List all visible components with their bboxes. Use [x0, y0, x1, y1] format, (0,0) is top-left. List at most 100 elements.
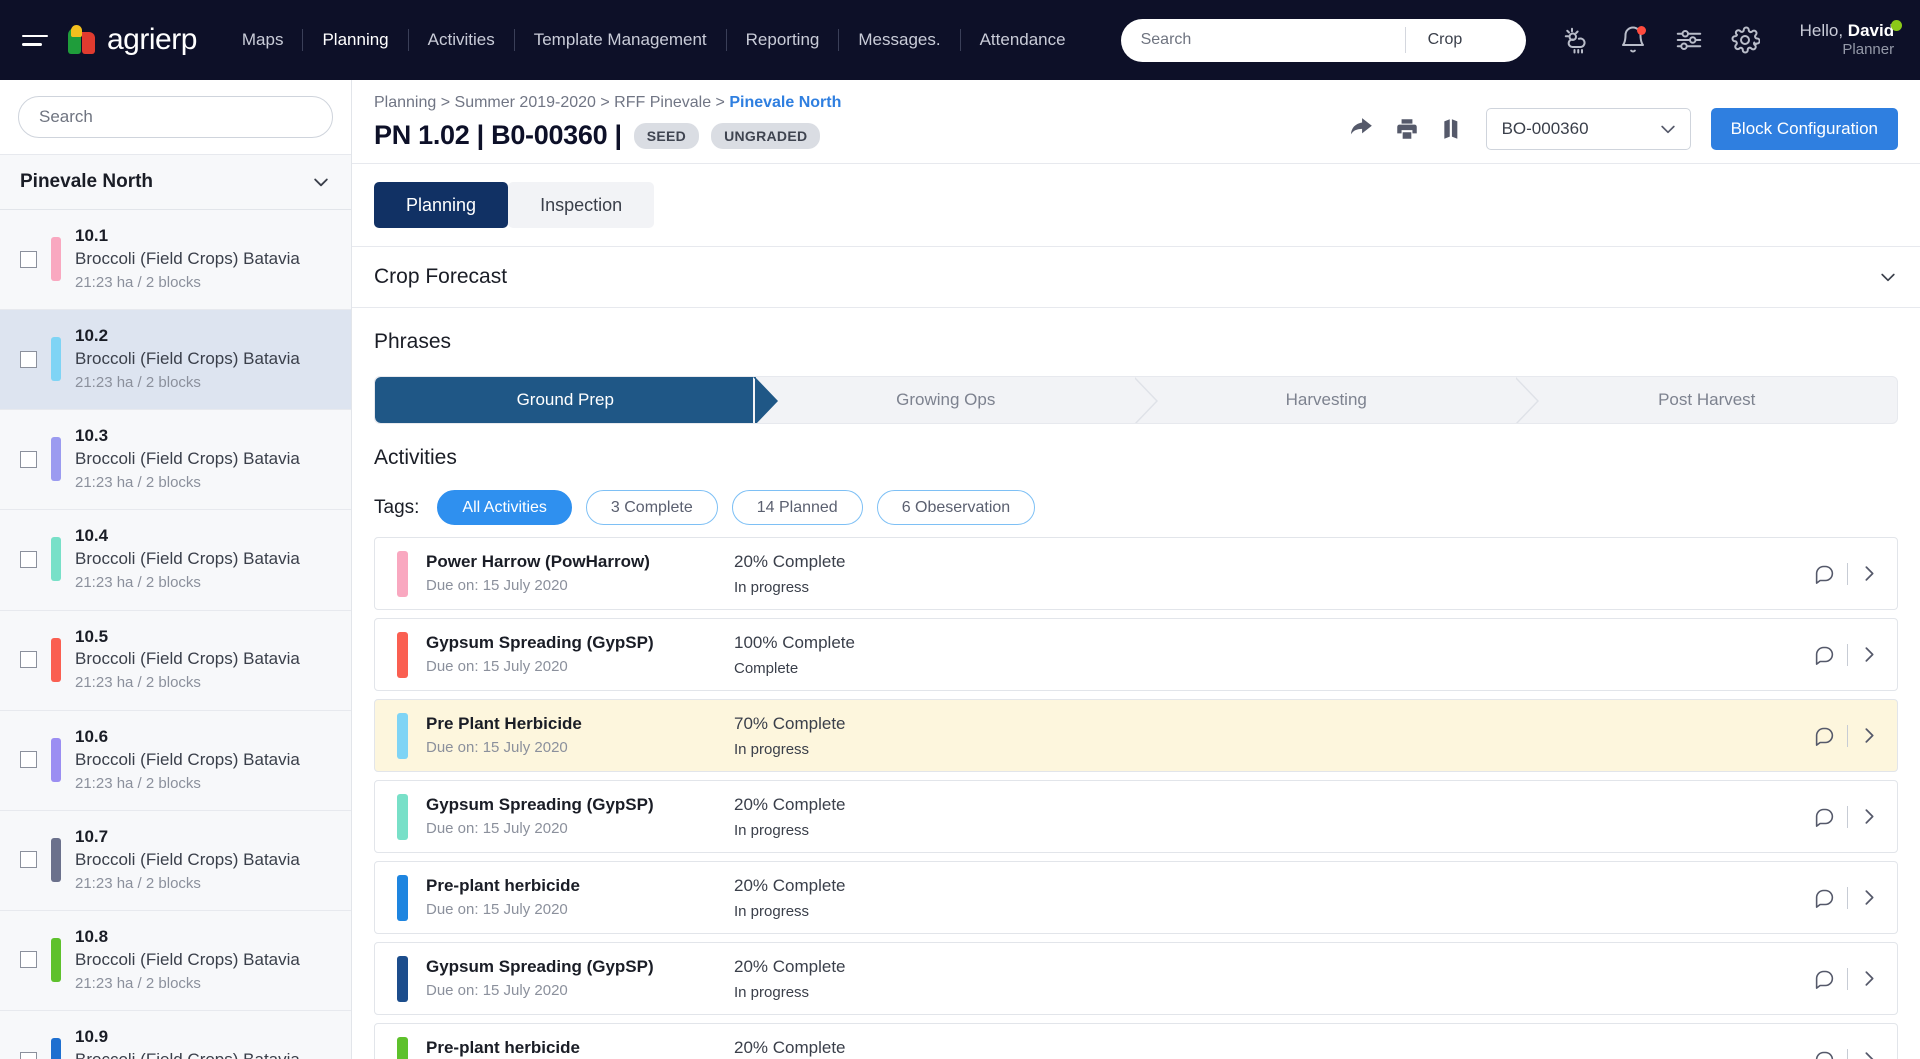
block-color-swatch: [51, 738, 61, 782]
breadcrumb-item-1[interactable]: Summer 2019-2020: [455, 94, 596, 111]
hamburger-icon[interactable]: [22, 27, 52, 53]
block-checkbox[interactable]: [20, 651, 37, 668]
phase-stepper[interactable]: Ground PrepGrowing OpsHarvestingPost Har…: [374, 376, 1898, 424]
map-icon[interactable]: [1440, 116, 1466, 142]
sidebar-block-item[interactable]: 10.8Broccoli (Field Crops) Batavia21:23 …: [0, 911, 351, 1011]
activity-row[interactable]: Power Harrow (PowHarrow)Due on: 15 July …: [374, 537, 1898, 610]
weather-icon[interactable]: [1562, 25, 1592, 55]
breadcrumb-item-2[interactable]: RFF Pinevale: [614, 94, 711, 111]
sidebar-group-header[interactable]: Pinevale North: [0, 155, 351, 210]
block-checkbox[interactable]: [20, 851, 37, 868]
comment-icon[interactable]: [1814, 1049, 1835, 1059]
activity-actions: [1814, 644, 1879, 666]
nav-item-template-management[interactable]: Template Management: [515, 30, 726, 50]
chevron-right-icon[interactable]: [1860, 564, 1879, 583]
sidebar-block-item[interactable]: 10.4Broccoli (Field Crops) Batavia21:23 …: [0, 510, 351, 610]
search-category-select[interactable]: Crop: [1406, 31, 1526, 49]
block-checkbox[interactable]: [20, 351, 37, 368]
share-icon[interactable]: [1348, 116, 1374, 142]
activity-row[interactable]: Pre Plant HerbicideDue on: 15 July 20207…: [374, 699, 1898, 772]
activity-color-swatch: [397, 956, 408, 1002]
activity-color-swatch: [397, 632, 408, 678]
sidebar-block-item[interactable]: 10.5Broccoli (Field Crops) Batavia21:23 …: [0, 611, 351, 711]
chevron-right-icon[interactable]: [1860, 1050, 1879, 1059]
block-checkbox[interactable]: [20, 951, 37, 968]
sidebar-block-item[interactable]: 10.7Broccoli (Field Crops) Batavia21:23 …: [0, 811, 351, 911]
chevron-down-icon[interactable]: [1658, 119, 1678, 139]
tab-inspection[interactable]: Inspection: [508, 182, 654, 228]
block-meta: 21:23 ha / 2 blocks: [75, 774, 300, 794]
user-menu[interactable]: Hello, David Planner: [1800, 20, 1895, 60]
nav-item-attendance[interactable]: Attendance: [961, 30, 1085, 50]
view-tabs: Planning Inspection: [352, 164, 1920, 228]
comment-icon[interactable]: [1814, 968, 1835, 989]
nav-item-activities[interactable]: Activities: [409, 30, 514, 50]
block-checkbox[interactable]: [20, 751, 37, 768]
activity-labels: Power Harrow (PowHarrow)Due on: 15 July …: [426, 550, 726, 598]
crop-forecast-section[interactable]: Crop Forecast: [352, 246, 1920, 308]
chevron-right-icon[interactable]: [1860, 807, 1879, 826]
search-input[interactable]: [1121, 19, 1405, 62]
chevron-down-icon[interactable]: [311, 172, 331, 192]
nav-item-maps[interactable]: Maps: [223, 30, 303, 50]
comment-icon[interactable]: [1814, 644, 1835, 665]
activity-percent-text: 20% Complete: [734, 876, 1126, 896]
sidebar-block-item[interactable]: 10.3Broccoli (Field Crops) Batavia21:23 …: [0, 410, 351, 510]
sliders-icon[interactable]: [1674, 25, 1704, 55]
activity-row[interactable]: Pre-plant herbicideDue on: 15 July 20202…: [374, 1023, 1898, 1059]
chevron-right-icon[interactable]: [1860, 888, 1879, 907]
activity-row[interactable]: Gypsum Spreading (GypSP)Due on: 15 July …: [374, 618, 1898, 691]
comment-icon[interactable]: [1814, 563, 1835, 584]
block-checkbox[interactable]: [20, 251, 37, 268]
bell-icon[interactable]: [1618, 25, 1648, 55]
breadcrumb-item-0[interactable]: Planning: [374, 94, 436, 111]
sidebar-block-item[interactable]: 10.2Broccoli (Field Crops) Batavia21:23 …: [0, 310, 351, 410]
phase-step-harvesting[interactable]: Harvesting: [1136, 377, 1517, 423]
sidebar-block-item[interactable]: 10.1Broccoli (Field Crops) Batavia21:23 …: [0, 210, 351, 310]
activity-row[interactable]: Pre-plant herbicideDue on: 15 July 20202…: [374, 861, 1898, 934]
tag-observation[interactable]: 6 Obeservation: [877, 490, 1036, 525]
block-checkbox[interactable]: [20, 1052, 37, 1059]
activity-row[interactable]: Gypsum Spreading (GypSP)Due on: 15 July …: [374, 942, 1898, 1015]
gear-icon[interactable]: [1730, 25, 1760, 55]
chevron-down-icon[interactable]: [1878, 267, 1898, 287]
phase-step-ground-prep[interactable]: Ground Prep: [375, 377, 756, 423]
activity-row[interactable]: Gypsum Spreading (GypSP)Due on: 15 July …: [374, 780, 1898, 853]
sidebar-block-list[interactable]: 10.1Broccoli (Field Crops) Batavia21:23 …: [0, 210, 351, 1059]
chevron-right-icon[interactable]: [1860, 726, 1879, 745]
print-icon[interactable]: [1394, 116, 1420, 142]
block-configuration-button[interactable]: Block Configuration: [1711, 108, 1898, 150]
block-meta: 21:23 ha / 2 blocks: [75, 473, 300, 493]
sidebar-search-input[interactable]: [18, 96, 333, 138]
block-checkbox[interactable]: [20, 551, 37, 568]
activity-name: Power Harrow (PowHarrow): [426, 550, 726, 575]
brand-logo[interactable]: agrierp: [66, 23, 197, 57]
block-color-swatch: [51, 938, 61, 982]
comment-icon[interactable]: [1814, 806, 1835, 827]
comment-icon[interactable]: [1814, 887, 1835, 908]
comment-icon[interactable]: [1814, 725, 1835, 746]
chevron-right-icon[interactable]: [1860, 645, 1879, 664]
tab-planning[interactable]: Planning: [374, 182, 508, 228]
sidebar-block-item[interactable]: 10.9Broccoli (Field Crops) Batavia21:23 …: [0, 1011, 351, 1059]
tag-complete[interactable]: 3 Complete: [586, 490, 718, 525]
block-meta: 21:23 ha / 2 blocks: [75, 673, 300, 693]
block-id: 10.2: [75, 326, 108, 345]
block-labels: 10.7Broccoli (Field Crops) Batavia21:23 …: [75, 826, 300, 894]
phase-step-growing-ops[interactable]: Growing Ops: [756, 377, 1137, 423]
block-checkbox[interactable]: [20, 451, 37, 468]
activity-labels: Gypsum Spreading (GypSP)Due on: 15 July …: [426, 793, 726, 841]
nav-item-planning[interactable]: Planning: [303, 30, 407, 50]
tag-all-activities[interactable]: All Activities: [437, 490, 571, 525]
breadcrumb-item-3[interactable]: Pinevale North: [729, 94, 841, 111]
block-select[interactable]: BO-000360: [1486, 108, 1691, 150]
nav-item-reporting[interactable]: Reporting: [727, 30, 839, 50]
activity-color-swatch: [397, 551, 408, 597]
tag-planned[interactable]: 14 Planned: [732, 490, 863, 525]
global-search: Crop: [1121, 19, 1526, 62]
scroll-content[interactable]: Crop Forecast Phrases Ground PrepGrowing…: [352, 228, 1920, 1059]
phase-step-post-harvest[interactable]: Post Harvest: [1517, 377, 1898, 423]
chevron-right-icon[interactable]: [1860, 969, 1879, 988]
sidebar-block-item[interactable]: 10.6Broccoli (Field Crops) Batavia21:23 …: [0, 711, 351, 811]
nav-item-messages[interactable]: Messages.: [839, 30, 959, 50]
